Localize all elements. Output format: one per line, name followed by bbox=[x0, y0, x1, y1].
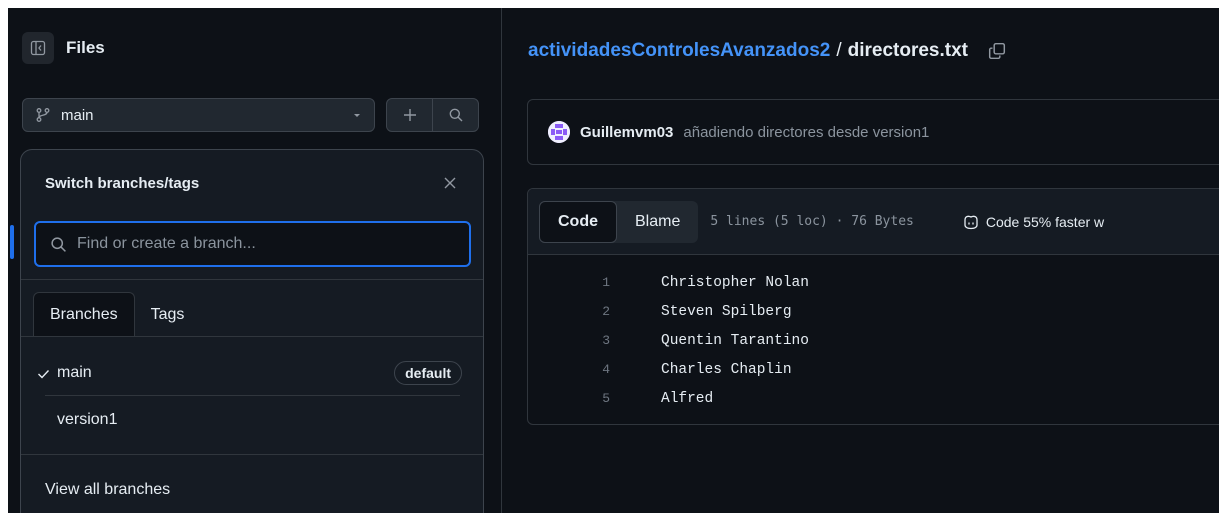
dropdown-divider bbox=[21, 279, 483, 280]
selected-item-marker bbox=[10, 225, 14, 259]
line-number[interactable]: 4 bbox=[528, 362, 610, 377]
code-lines: 1 Christopher Nolan 2 Steven Spilberg 3 … bbox=[528, 255, 1219, 413]
commit-author-link[interactable]: Guillemvm03 bbox=[580, 124, 673, 141]
copilot-text: Code 55% faster w bbox=[985, 213, 1105, 230]
copilot-promo[interactable]: Code 55% faster w bbox=[962, 214, 1104, 230]
branch-search-input[interactable] bbox=[77, 235, 447, 253]
window-left-edge bbox=[0, 8, 8, 513]
line-number[interactable]: 3 bbox=[528, 333, 610, 348]
tab-branches[interactable]: Branches bbox=[33, 292, 135, 337]
line-text: Steven Spilberg bbox=[661, 303, 792, 320]
branch-name: version1 bbox=[57, 411, 118, 428]
branch-dropdown: Switch branches/tags Branches Tags main … bbox=[20, 149, 484, 513]
item-divider bbox=[45, 395, 460, 396]
window-top-edge bbox=[0, 0, 1219, 8]
tab-tags[interactable]: Tags bbox=[135, 292, 201, 337]
current-branch-label: main bbox=[61, 106, 94, 124]
branch-actions-group bbox=[386, 98, 479, 132]
avatar[interactable] bbox=[548, 121, 570, 143]
code-line: 5 Alfred bbox=[528, 384, 1219, 413]
branch-name: main bbox=[57, 364, 92, 381]
file-viewer: Code Blame 5 lines (5 loc) · 76 Bytes Co… bbox=[527, 188, 1219, 425]
tab-blame[interactable]: Blame bbox=[617, 201, 698, 243]
copy-path-button[interactable] bbox=[988, 42, 1006, 60]
code-line: 1 Christopher Nolan bbox=[528, 268, 1219, 297]
line-text: Charles Chaplin bbox=[661, 361, 792, 378]
sidebar-collapse-icon bbox=[30, 40, 46, 56]
dropdown-title: Switch branches/tags bbox=[45, 175, 200, 192]
search-files-button[interactable] bbox=[432, 99, 478, 131]
tabs-divider bbox=[21, 336, 483, 337]
close-dropdown-button[interactable] bbox=[441, 174, 459, 192]
collapse-sidebar-button[interactable] bbox=[22, 32, 54, 64]
breadcrumb-repo-link[interactable]: actividadesControlesAvanzados2 bbox=[528, 40, 830, 62]
files-title: Files bbox=[66, 38, 105, 57]
code-line: 2 Steven Spilberg bbox=[528, 297, 1219, 326]
branch-tag-tabs: Branches Tags bbox=[33, 292, 200, 337]
branch-selector-button[interactable]: main bbox=[22, 98, 375, 132]
line-text: Quentin Tarantino bbox=[661, 332, 809, 349]
view-all-branches-link[interactable]: View all branches bbox=[45, 481, 170, 499]
line-number[interactable]: 5 bbox=[528, 391, 610, 406]
breadcrumb-separator: / bbox=[836, 40, 842, 61]
line-number[interactable]: 1 bbox=[528, 275, 610, 290]
default-badge: default bbox=[394, 361, 462, 385]
git-branch-icon bbox=[36, 108, 50, 122]
code-line: 4 Charles Chaplin bbox=[528, 355, 1219, 384]
view-mode-switch: Code Blame bbox=[539, 200, 699, 243]
copilot-icon bbox=[964, 215, 978, 229]
search-icon bbox=[449, 108, 462, 122]
files-header: Files bbox=[22, 32, 105, 64]
add-file-button[interactable] bbox=[387, 99, 432, 131]
check-icon bbox=[37, 367, 57, 380]
tab-code[interactable]: Code bbox=[539, 200, 617, 243]
breadcrumb-file-name: directores.txt bbox=[847, 40, 968, 61]
branch-item-version1[interactable]: version1 bbox=[57, 397, 462, 443]
line-number[interactable]: 2 bbox=[528, 304, 610, 319]
close-icon bbox=[444, 177, 456, 189]
caret-down-icon bbox=[354, 114, 360, 117]
code-line: 3 Quentin Tarantino bbox=[528, 326, 1219, 355]
line-text: Christopher Nolan bbox=[661, 274, 809, 291]
commit-message[interactable]: añadiendo directores desde version1 bbox=[683, 124, 929, 141]
copy-icon bbox=[988, 42, 1006, 60]
plus-icon bbox=[403, 109, 416, 121]
identicon-icon bbox=[548, 121, 570, 143]
branch-item-main[interactable]: main default bbox=[37, 350, 462, 396]
breadcrumb: actividadesControlesAvanzados2 / directo… bbox=[528, 40, 1006, 62]
branch-search-field[interactable] bbox=[34, 221, 471, 267]
file-toolbar: Code Blame 5 lines (5 loc) · 76 Bytes Co… bbox=[528, 189, 1219, 255]
latest-commit-box: Guillemvm03 añadiendo directores desde v… bbox=[527, 99, 1219, 165]
line-text: Alfred bbox=[661, 390, 714, 407]
file-meta: 5 lines (5 loc) · 76 Bytes bbox=[710, 214, 914, 229]
footer-divider bbox=[21, 454, 483, 455]
search-icon bbox=[51, 236, 66, 252]
